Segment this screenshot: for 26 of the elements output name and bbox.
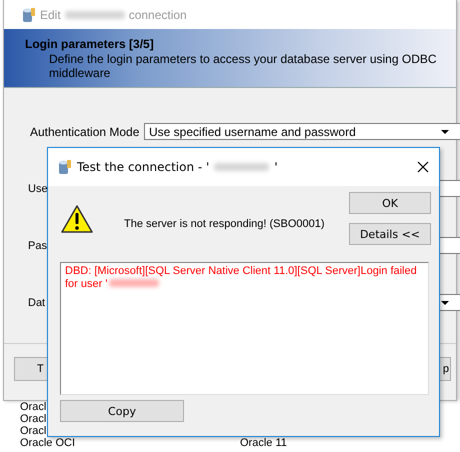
field-label: Dat <box>28 296 46 308</box>
error-message: The server is not responding! (SBO0001) <box>124 218 326 230</box>
caret-icon <box>441 130 449 134</box>
dialog-button[interactable]: Details << <box>349 223 431 245</box>
list-item[interactable]: Oracle 11 <box>240 437 287 449</box>
database-icon <box>22 6 36 22</box>
dialog-title: Test the connection - ' <box>77 160 210 174</box>
window-title: connection <box>128 8 187 22</box>
database-icon <box>58 159 72 175</box>
dialog-button[interactable]: OK <box>349 192 431 214</box>
dialog-title: ' <box>274 160 278 174</box>
field-label: Use <box>28 182 49 194</box>
field-label: Authentication Mode <box>30 124 140 138</box>
step-description: Define the login parameters to access your database server using ODBC middleware <box>49 52 438 80</box>
field-label: Pas <box>28 240 48 252</box>
list-item[interactable]: Oracle OCI <box>20 437 240 449</box>
window-title: Edit <box>40 8 61 22</box>
caret-icon <box>441 300 449 304</box>
step-title: Login parameters [3/5] <box>25 37 155 51</box>
warning-icon <box>61 204 93 234</box>
blurred-text <box>214 163 270 171</box>
dropdown-field[interactable]: Use specified username and password <box>144 123 460 140</box>
copy-button[interactable]: Copy <box>60 400 184 422</box>
blurred-text <box>64 10 125 18</box>
details-text-area[interactable]: DBD: [Microsoft][SQL Server Native Client 11.0][SQL Server]Login failed for user ' <box>60 262 429 395</box>
close-icon[interactable] <box>417 161 429 173</box>
